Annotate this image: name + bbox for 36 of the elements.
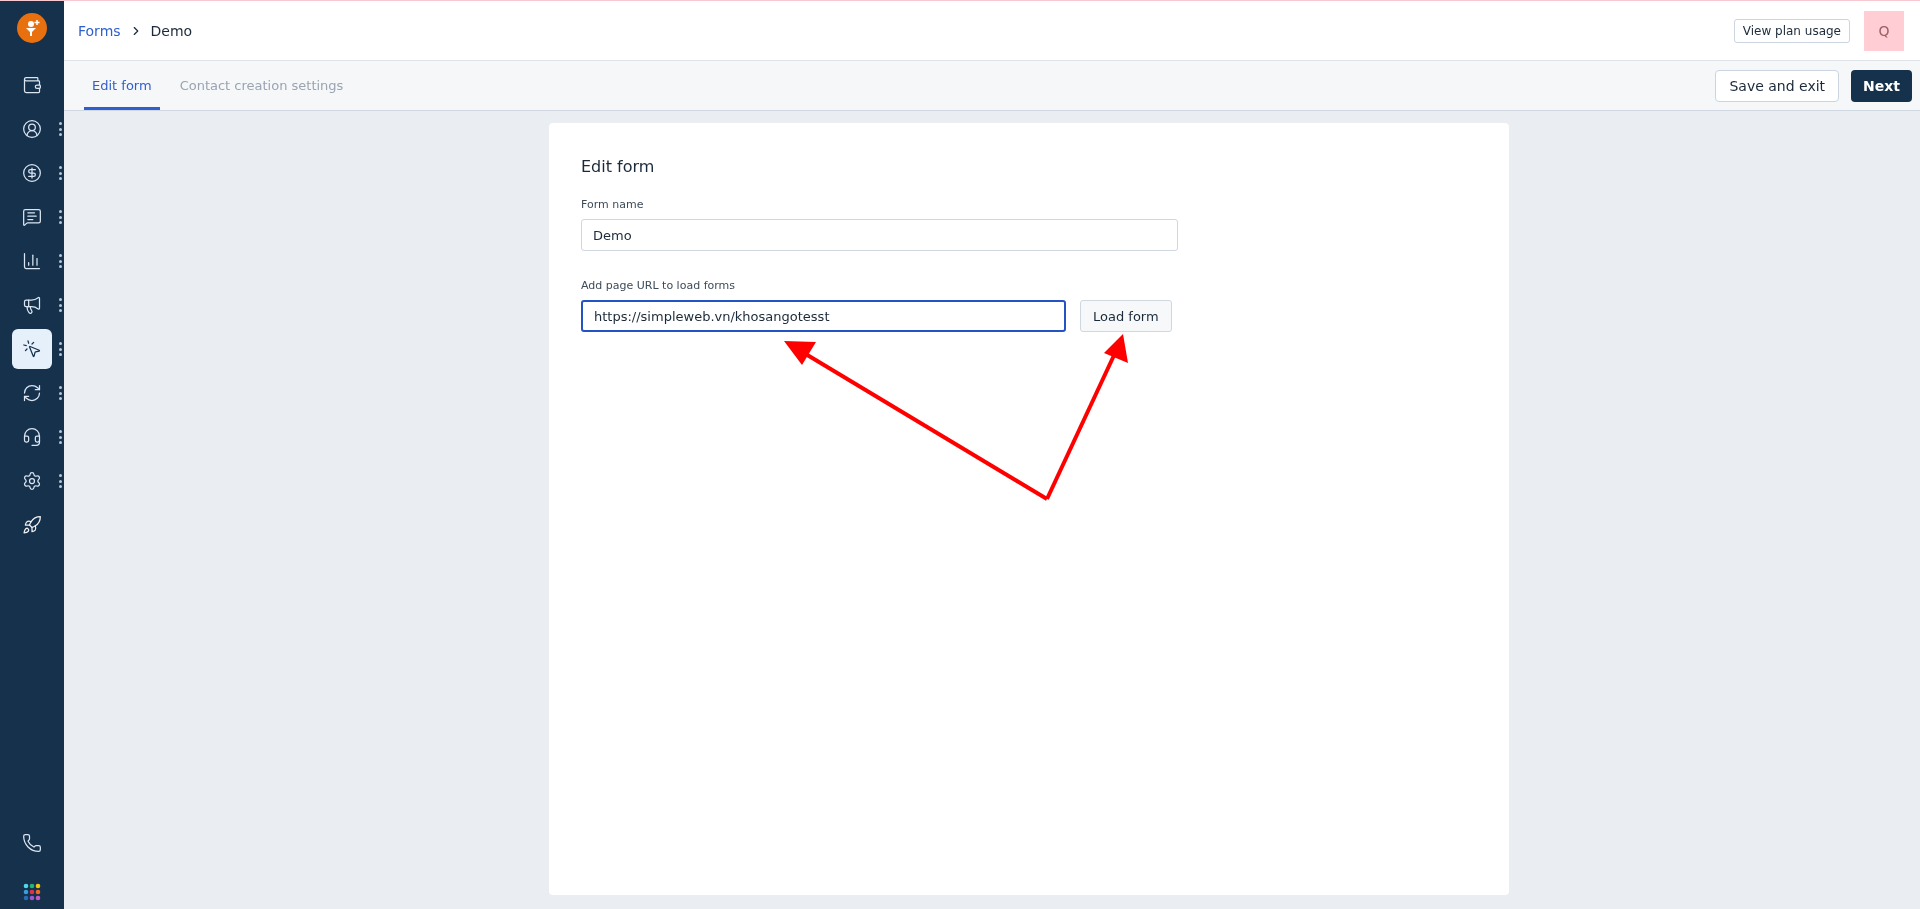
more-dots-icon[interactable]: [59, 298, 62, 312]
bar-chart-icon: [22, 251, 42, 271]
more-dots-icon[interactable]: [59, 166, 62, 180]
user-avatar[interactable]: Q: [1864, 10, 1904, 51]
megaphone-icon: [22, 295, 42, 315]
view-plan-usage-button[interactable]: View plan usage: [1733, 18, 1850, 43]
more-dots-icon[interactable]: [59, 342, 62, 356]
more-dots-icon[interactable]: [59, 122, 62, 136]
headset-icon: [22, 427, 42, 447]
settings-icon: [22, 471, 42, 491]
card-title: Edit form: [581, 157, 656, 176]
input-field[interactable]: Demo: [581, 219, 1178, 251]
breadcrumb-link[interactable]: Forms: [78, 22, 121, 39]
pointer-click-icon: [22, 339, 42, 359]
tab[interactable]: Edit form: [84, 61, 160, 110]
next-button[interactable]: Next: [1851, 69, 1912, 102]
save-and-exit-button[interactable]: Save and exit: [1715, 69, 1840, 102]
chat-icon: [22, 207, 42, 227]
input-field[interactable]: https://simpleweb.vn/khosangotesst: [581, 300, 1066, 332]
more-dots-icon[interactable]: [59, 210, 62, 224]
load-form-button[interactable]: Load form: [1080, 300, 1172, 332]
app-grid-icon[interactable]: [23, 883, 41, 901]
more-dots-icon[interactable]: [59, 474, 62, 488]
refresh-icon: [22, 383, 42, 403]
more-dots-icon[interactable]: [59, 386, 62, 400]
breadcrumb-current: Demo: [150, 22, 193, 39]
dollar-icon: [22, 163, 42, 183]
phone-icon: [22, 833, 42, 853]
more-dots-icon[interactable]: [59, 254, 62, 268]
field-label: Add page URL to load forms: [581, 279, 736, 292]
app-logo[interactable]: [17, 13, 47, 43]
field-label: Form name: [581, 198, 645, 211]
rocket-icon: [22, 515, 42, 535]
user-icon: [22, 119, 42, 139]
sidebar-item[interactable]: [12, 329, 52, 369]
more-dots-icon[interactable]: [59, 430, 62, 444]
